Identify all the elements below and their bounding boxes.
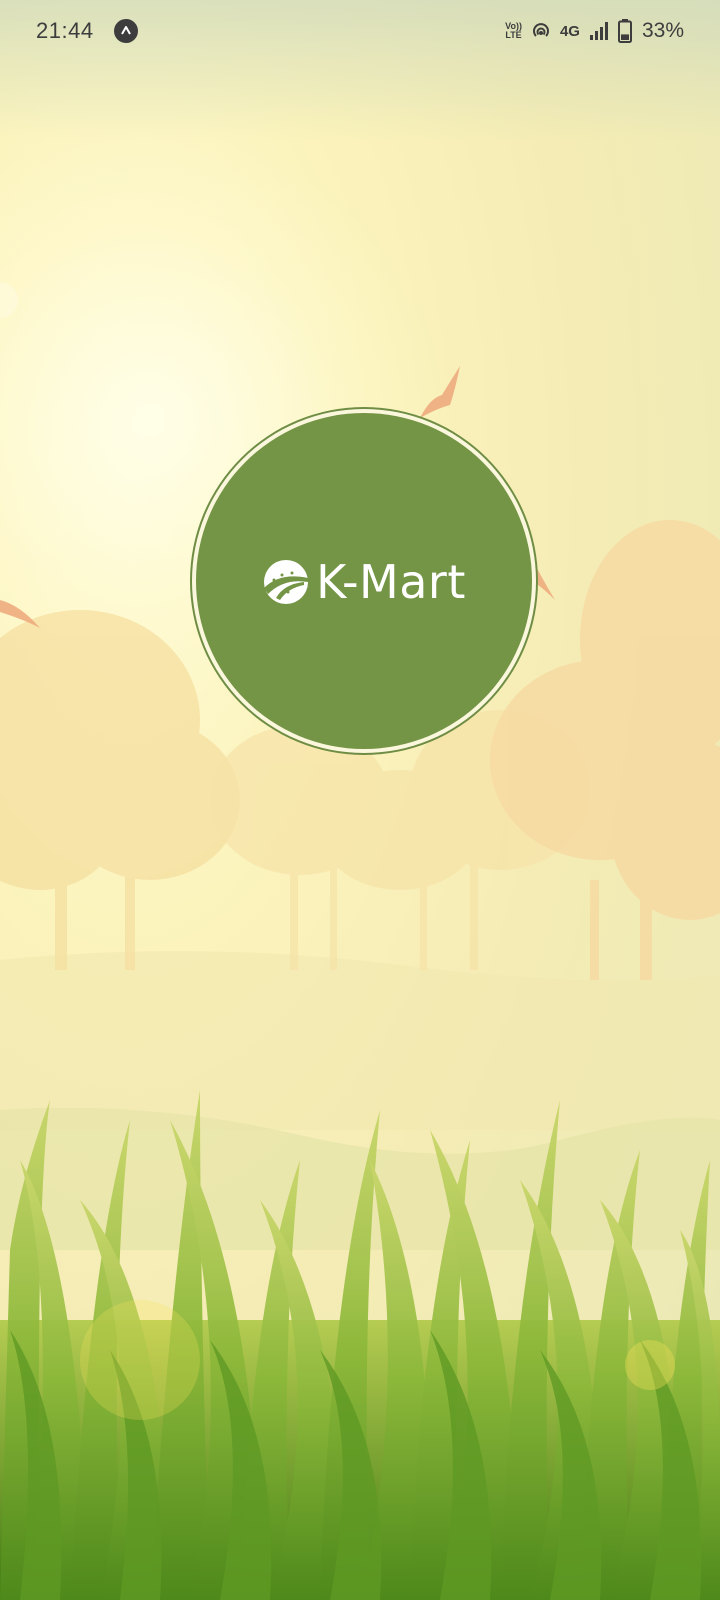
splash-screen: 21:44 Vo)) LTE 4G 33% K-Mart [0,0,720,1600]
volte-icon: Vo)) LTE [505,22,522,40]
battery-icon [617,19,632,43]
brand-logo-circle: K-Mart [196,413,532,749]
status-right: Vo)) LTE 4G 33% [505,19,684,43]
app-notification-icon [113,19,138,43]
status-bar: 21:44 Vo)) LTE 4G 33% [0,0,720,62]
status-left: 21:44 [36,18,138,44]
battery-percent: 33% [641,19,684,42]
battery-fill [620,34,629,40]
brand-logo: K-Mart [262,555,466,609]
signal-icon [588,20,610,42]
status-time: 21:44 [36,18,94,43]
grass-foreground [0,1090,720,1600]
volte-bottom-label: LTE [505,30,522,40]
network-type: 4G [559,22,580,40]
hotspot-icon [530,20,552,42]
brand-name: K-Mart [316,555,466,609]
kmart-road-logo-icon [264,560,309,604]
